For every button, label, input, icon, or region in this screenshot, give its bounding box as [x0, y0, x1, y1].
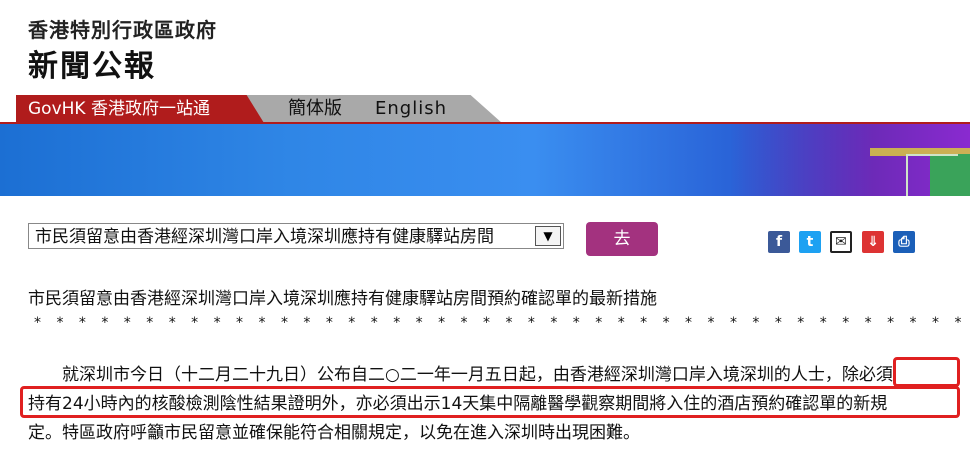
select-value: 市民須留意由香港經深圳灣口岸入境深圳應持有健康驛站房間: [35, 227, 494, 247]
highlight-box: [893, 357, 960, 387]
twitter-icon[interactable]: t: [799, 231, 821, 253]
email-icon[interactable]: ✉: [830, 231, 852, 253]
english-link[interactable]: English: [375, 95, 447, 123]
highlight-box: [20, 386, 960, 418]
print-icon[interactable]: ⎙: [893, 231, 915, 253]
top-nav: GovHK 香港政府一站通 簡体版 English: [0, 95, 970, 123]
title-separator: * * * * * * * * * * * * * * * * * * * * …: [34, 315, 970, 331]
press-releases-title: 新聞公報: [28, 49, 156, 84]
simplified-chinese-link[interactable]: 簡体版: [288, 95, 342, 123]
govhk-link[interactable]: GovHK 香港政府一站通: [16, 95, 264, 123]
article-line-1: 就深圳市今日（十二月二十九日）公布自二○二一年一月五日起，由香港經深圳灣口岸入境…: [62, 365, 893, 385]
article-line-3: 定。特區政府呼籲市民留意並確保能符合相關規定，以免在進入深圳時出現困難。: [28, 423, 640, 443]
page-header: 香港特別行政區政府 新聞公報: [0, 0, 970, 95]
press-release-select[interactable]: 市民須留意由香港經深圳灣口岸入境深圳應持有健康驛站房間 ▼: [28, 223, 564, 249]
language-tab-background: [240, 95, 502, 123]
bookmark-icon[interactable]: ⇓: [862, 231, 884, 253]
facebook-icon[interactable]: f: [768, 231, 790, 253]
chevron-down-icon[interactable]: ▼: [535, 226, 561, 246]
government-name: 香港特別行政區政府: [28, 18, 217, 42]
banner-decoration: [906, 154, 958, 196]
article-title: 市民須留意由香港經深圳灣口岸入境深圳應持有健康驛站房間預約確認單的最新措施: [28, 289, 657, 309]
go-button[interactable]: 去: [586, 222, 658, 256]
header-banner: [0, 124, 970, 196]
